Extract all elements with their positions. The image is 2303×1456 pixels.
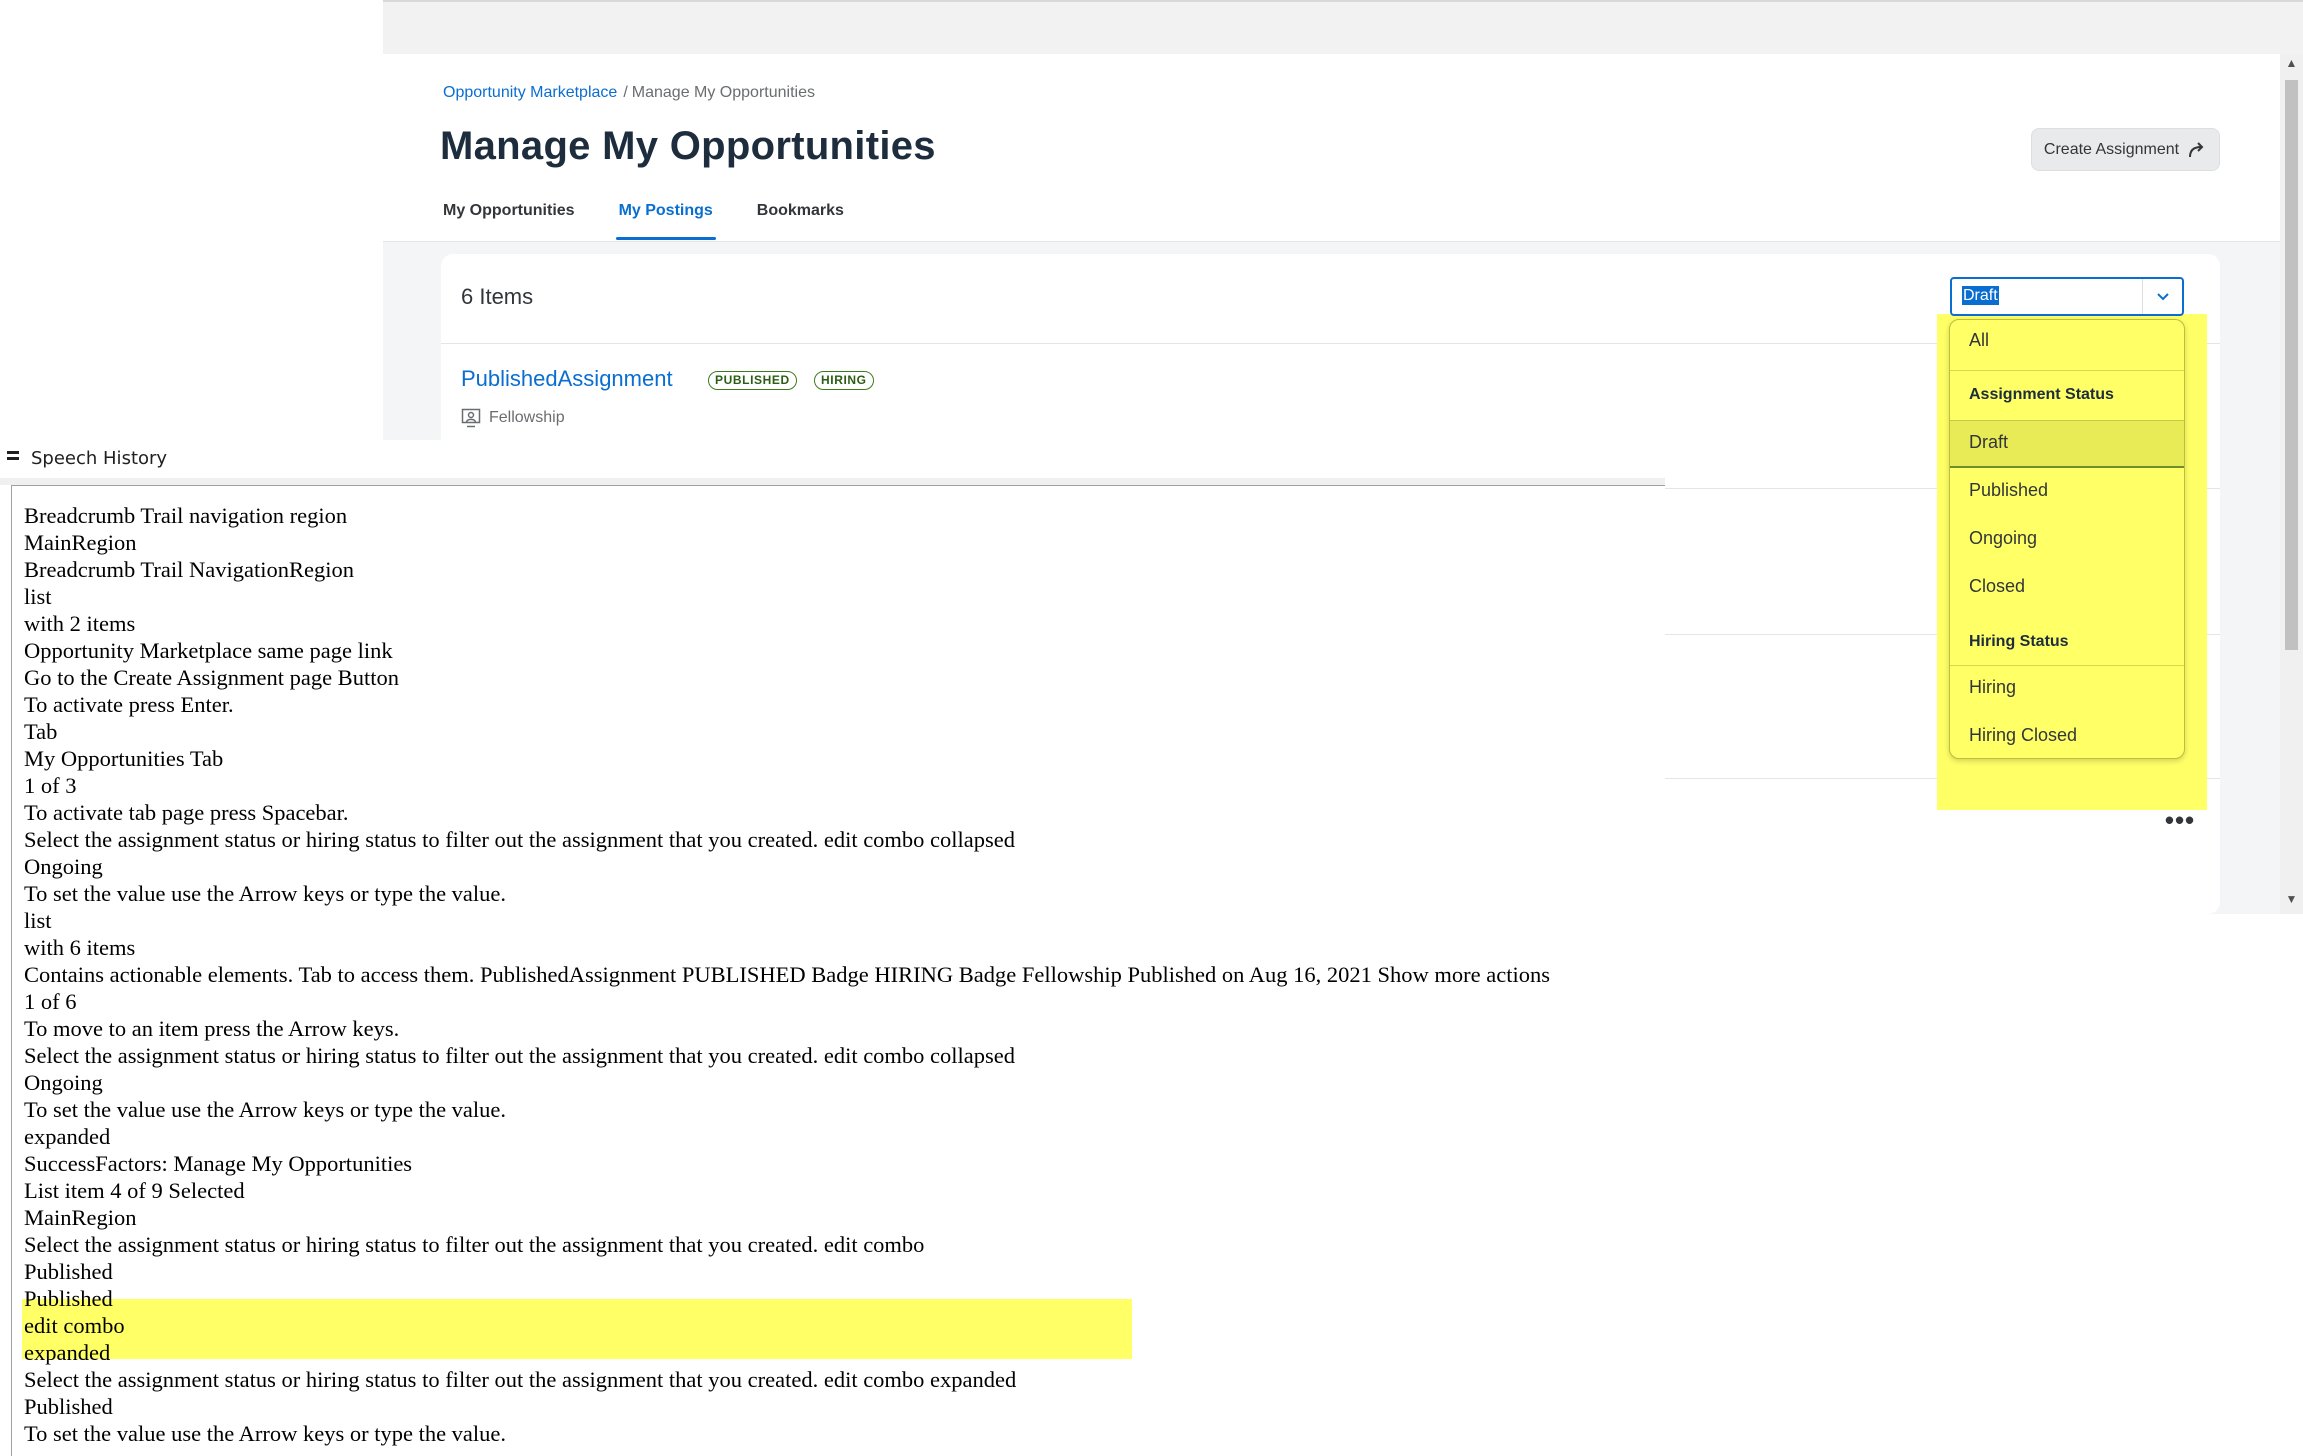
speech-history-line: Select the assignment status or hiring s… [24, 1232, 925, 1257]
assignment-type: Fellowship [461, 408, 565, 428]
option-ongoing[interactable]: Ongoing [1950, 528, 2184, 549]
speech-history-line: To activate tab page press Spacebar. [24, 800, 349, 825]
speech-history-line: list [24, 584, 52, 609]
scrollbar-thumb[interactable] [2285, 80, 2298, 650]
create-assignment-label: Create Assignment [2043, 140, 2180, 158]
speech-history-line: Published [24, 1394, 113, 1419]
speech-history-line: Go to the Create Assignment page Button [24, 665, 399, 690]
speech-history-panel: Breadcrumb Trail navigation region MainRe… [11, 485, 1665, 1456]
speech-history-line: To set the value use the Arrow keys or t… [24, 1421, 507, 1446]
status-badge-published: PUBLISHED [708, 371, 797, 390]
speech-history-line: SuccessFactors: Manage My Opportunities [24, 1151, 413, 1176]
page-header: Opportunity Marketplace / Manage My Opport… [383, 54, 2280, 242]
speech-history-line: Breadcrumb Trail navigation region [24, 503, 348, 528]
divider [1950, 370, 2184, 371]
speech-history-line: Published [24, 1259, 113, 1284]
group-header-assignment-status: Assignment Status [1969, 386, 2114, 403]
speech-history-line: list [24, 908, 52, 933]
option-all[interactable]: All [1950, 330, 2184, 351]
speech-history-line: Ongoing [24, 1070, 103, 1095]
divider [1950, 665, 2184, 666]
speech-history-line: To activate press Enter. [24, 692, 234, 717]
chevron-down-icon [2156, 292, 2169, 300]
tab-my-opportunities[interactable]: My Opportunities [428, 184, 590, 242]
assignment-type-label: Fellowship [489, 409, 565, 426]
show-more-actions-button[interactable]: ••• [2163, 807, 2197, 835]
speech-history-line: with 6 items [24, 935, 136, 960]
status-filter-combo[interactable]: Draft [1950, 277, 2184, 316]
speech-history-line: Select the assignment status or hiring s… [24, 827, 1016, 852]
speech-history-line: edit combo [24, 1313, 125, 1338]
scroll-up-icon[interactable]: ▲ [2280, 56, 2303, 70]
status-badge-hiring: HIRING [814, 371, 874, 390]
speech-history-title: Speech History [31, 448, 168, 469]
option-hiring[interactable]: Hiring [1950, 677, 2184, 698]
speech-history-line: MainRegion [24, 1205, 137, 1230]
option-draft[interactable]: Draft [1950, 432, 2184, 453]
speech-history-line: To move to an item press the Arrow keys. [24, 1016, 400, 1041]
speech-history-line: 1 of 6 [24, 989, 77, 1014]
speech-history-line: expanded [24, 1340, 111, 1365]
share-arrow-icon [2189, 141, 2204, 157]
speech-history-line: My Opportunities Tab [24, 746, 224, 771]
hamburger-menu-icon[interactable] [7, 451, 19, 461]
assignment-title-link[interactable]: PublishedAssignment [461, 366, 673, 392]
option-closed[interactable]: Closed [1950, 576, 2184, 597]
speech-history-line: To set the value use the Arrow keys or t… [24, 1097, 507, 1122]
items-count: 6 Items [461, 284, 534, 309]
breadcrumb-separator: / [623, 84, 628, 101]
speech-history-line: MainRegion [24, 530, 137, 555]
speech-history-line: Select the assignment status or hiring s… [24, 1367, 1017, 1392]
speech-history-line: List item 4 of 9 Selected [24, 1178, 245, 1203]
speech-history-line: 1 of 3 [24, 773, 77, 798]
speech-history-line: expanded [24, 1124, 111, 1149]
speech-history-line: To set the value use the Arrow keys or t… [24, 881, 507, 906]
speech-history-line: Opportunity Marketplace same page link [24, 638, 393, 663]
status-filter-dropdown: All Assignment Status Draft Published On… [1949, 319, 2185, 759]
option-hiring-closed[interactable]: Hiring Closed [1950, 725, 2184, 746]
shell-bar [383, 0, 2303, 54]
breadcrumb: Opportunity Marketplace / Manage My Opport… [443, 84, 815, 102]
breadcrumb-link-opportunity-marketplace[interactable]: Opportunity Marketplace [443, 84, 617, 101]
person-board-icon [461, 408, 481, 428]
status-filter-input[interactable]: Draft [1962, 286, 1999, 305]
create-assignment-button[interactable]: Create Assignment [2031, 128, 2220, 171]
speech-history-line: Tab [24, 719, 58, 744]
scroll-down-icon[interactable]: ▼ [2280, 892, 2303, 906]
group-header-hiring-status: Hiring Status [1969, 633, 2069, 650]
speech-history-line: with 2 items [24, 611, 136, 636]
breadcrumb-current: Manage My Opportunities [631, 84, 815, 101]
tab-bookmarks[interactable]: Bookmarks [742, 184, 859, 242]
speech-history-line: Published [24, 1286, 113, 1311]
speech-history-line: Ongoing [24, 854, 103, 879]
status-filter-toggle[interactable] [2142, 279, 2182, 314]
speech-history-line: Select the assignment status or hiring s… [24, 1043, 1016, 1068]
status-filter-value: Draft [1962, 286, 1999, 305]
page-scrollbar[interactable]: ▲ ▼ [2280, 54, 2303, 914]
option-published[interactable]: Published [1950, 480, 2184, 501]
speech-history-line: Breadcrumb Trail NavigationRegion [24, 557, 354, 582]
tab-bar: My Opportunities My Postings Bookmarks [428, 184, 873, 242]
speech-history-header: Speech History [0, 440, 1665, 478]
speech-history-log: Breadcrumb Trail navigation region MainRe… [24, 502, 1550, 1447]
tab-my-postings[interactable]: My Postings [604, 184, 728, 242]
page-title: Manage My Opportunities [440, 124, 936, 168]
speech-history-line: Contains actionable elements. Tab to acc… [24, 962, 1550, 987]
